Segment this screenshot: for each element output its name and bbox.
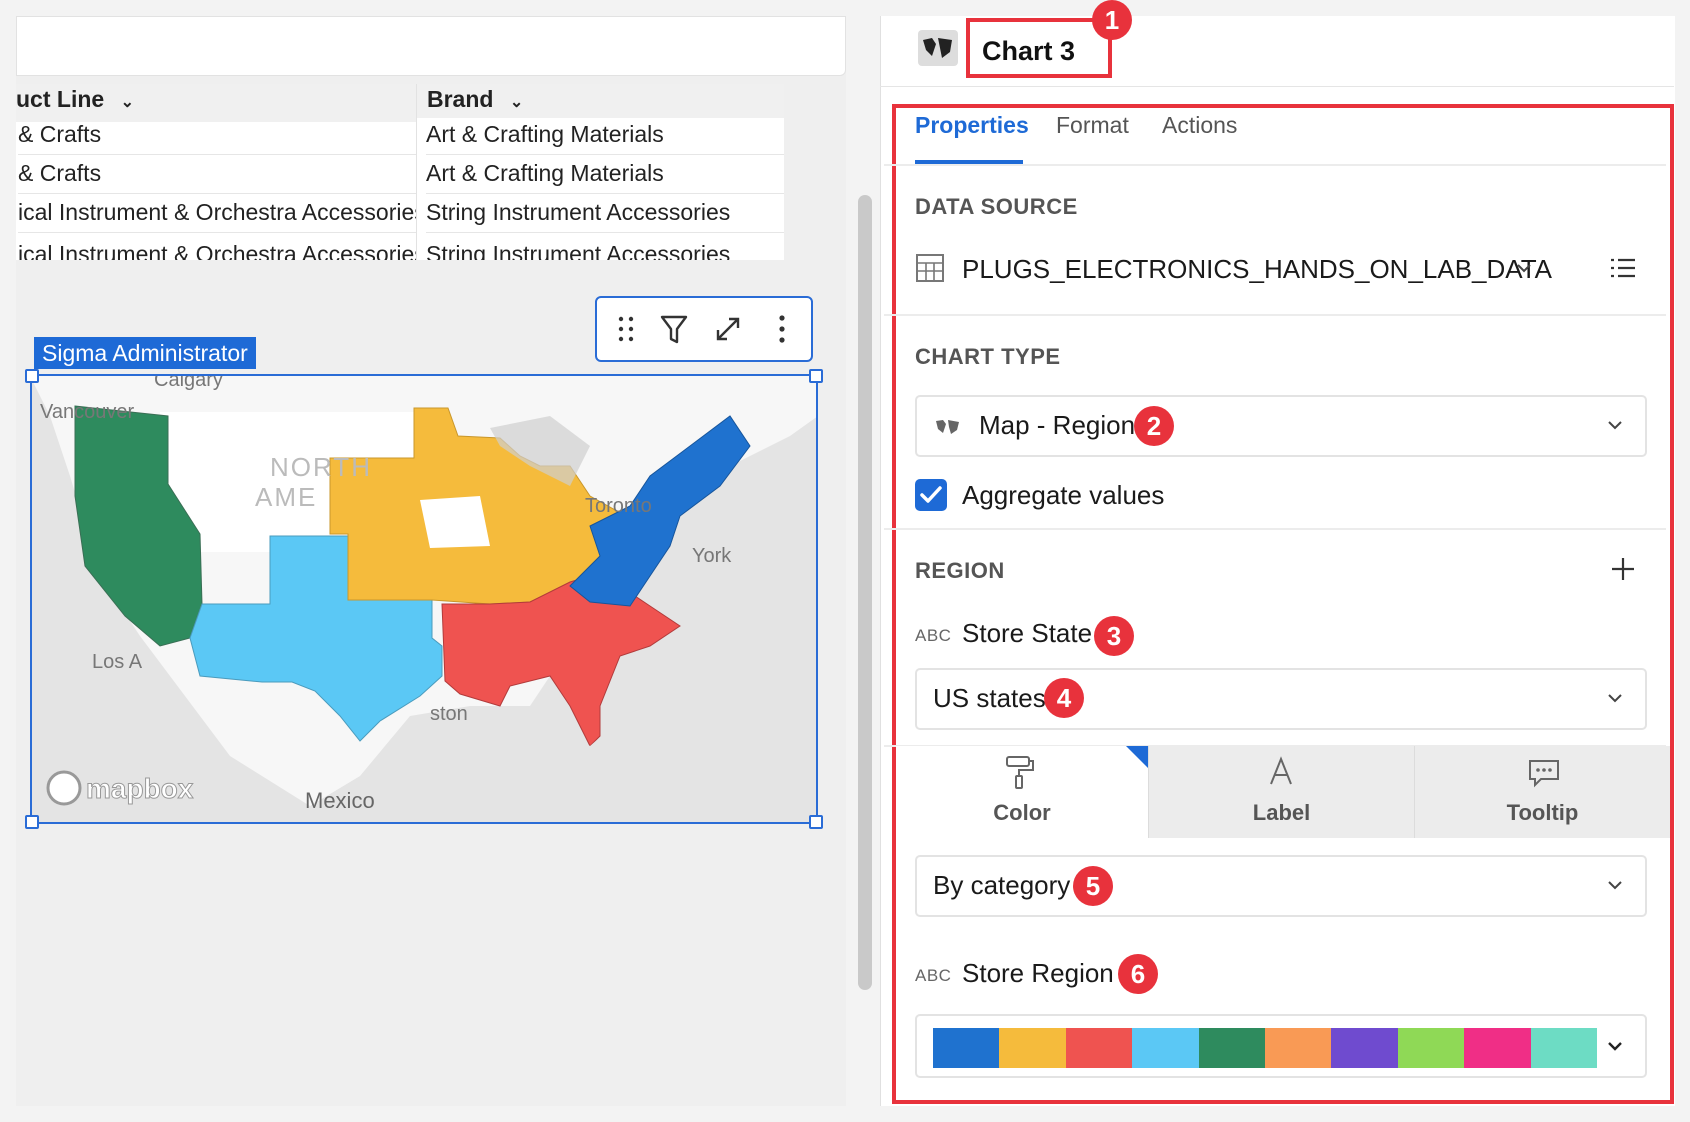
annotation-badge: 5 — [1073, 866, 1113, 906]
table-cell[interactable]: String Instrument Accessories — [426, 192, 784, 233]
table-icon — [916, 254, 944, 282]
chevron-down-icon[interactable]: ⌄ — [510, 94, 523, 111]
vertical-scrollbar[interactable] — [858, 195, 872, 990]
user-presence-badge: Sigma Administrator — [34, 337, 256, 369]
color-field-name[interactable]: Store Region — [962, 958, 1114, 989]
column-header-label: uct Line — [16, 86, 105, 112]
table-cell[interactable]: Art & Crafting Materials — [426, 114, 784, 155]
paint-roller-icon — [1006, 756, 1034, 789]
text-label-icon — [1270, 756, 1292, 785]
color-swatch — [1198, 1028, 1266, 1068]
expand-icon[interactable] — [711, 312, 745, 346]
section-label-chart-type: CHART TYPE — [915, 344, 1061, 369]
subtab-label: Tooltip — [1506, 800, 1579, 825]
text-type-icon: ABC — [915, 626, 952, 645]
subtab-tooltip[interactable]: Tooltip — [1414, 746, 1670, 838]
aggregate-checkbox[interactable] — [914, 478, 948, 512]
region-field-name[interactable]: Store State — [962, 618, 1092, 649]
list-icon[interactable] — [1610, 258, 1636, 278]
chart-type-dropdown[interactable]: Map - Region — [915, 395, 1647, 457]
column-divider — [416, 84, 417, 260]
divider — [884, 164, 1666, 166]
tab-format[interactable]: Format — [1056, 112, 1129, 139]
resize-handle[interactable] — [25, 369, 39, 383]
divider — [884, 314, 1666, 316]
chart-selection-frame — [25, 369, 823, 829]
color-swatch — [1397, 1028, 1465, 1068]
annotation-badge: 6 — [1118, 954, 1158, 994]
color-swatch — [999, 1028, 1066, 1068]
annotation-badge: 3 — [1094, 616, 1134, 656]
subtab-color[interactable]: Color — [896, 746, 1148, 838]
annotation-badge: 1 — [1092, 0, 1132, 40]
color-swatch — [933, 1028, 1000, 1068]
annotation-box — [966, 18, 1112, 78]
map-chart-icon — [936, 420, 959, 434]
chevron-down-icon — [1608, 421, 1622, 430]
color-mode-value: By category — [933, 870, 1071, 900]
divider — [884, 528, 1666, 530]
drag-handle-icon[interactable] — [609, 312, 643, 346]
chevron-down-icon — [1608, 1042, 1622, 1051]
table-cell[interactable]: ical Instrument & Orchestra Accessories — [18, 192, 416, 233]
chevron-down-icon[interactable] — [1516, 262, 1532, 274]
color-swatch — [1132, 1028, 1199, 1068]
color-palette-dropdown[interactable] — [915, 1014, 1647, 1078]
add-icon[interactable] — [1610, 556, 1636, 582]
subtab-label: Color — [993, 800, 1051, 825]
more-options-icon[interactable] — [765, 312, 799, 346]
color-mode-dropdown[interactable]: By category — [915, 855, 1647, 917]
element-toolbar — [595, 296, 813, 362]
table-cell[interactable]: Art & Crafting Materials — [426, 153, 784, 194]
color-swatch — [1065, 1028, 1133, 1068]
subtab-label: Label — [1252, 800, 1311, 825]
subtab-label[interactable]: Label — [1148, 746, 1414, 838]
table-cell[interactable]: ical Instrument & Orchestra Accessories — [18, 231, 416, 260]
tooltip-icon — [1529, 760, 1559, 788]
data-table: uct Line ⌄ Brand ⌄ & Crafts Art & Crafti… — [16, 84, 784, 260]
region-type-dropdown[interactable]: US states — [915, 668, 1647, 730]
filter-icon[interactable] — [657, 312, 691, 346]
top-input-bar[interactable] — [16, 16, 846, 76]
table-cell[interactable]: String Instrument Accessories — [426, 231, 784, 260]
section-label-data-source: DATA SOURCE — [915, 194, 1078, 219]
chevron-down-icon — [1608, 881, 1622, 890]
color-swatch — [1331, 1028, 1398, 1068]
color-swatch — [1265, 1028, 1332, 1068]
resize-handle[interactable] — [25, 815, 39, 829]
chart-type-value: Map - Region — [979, 410, 1136, 440]
table-cell[interactable]: & Crafts — [18, 114, 416, 155]
tab-actions[interactable]: Actions — [1162, 112, 1237, 139]
map-chart-icon — [918, 30, 958, 66]
annotation-badge: 4 — [1044, 678, 1084, 718]
chevron-down-icon[interactable]: ⌄ — [121, 94, 134, 111]
color-palette-swatches — [933, 1028, 1598, 1068]
data-source-name[interactable]: PLUGS_ELECTRONICS_HANDS_ON_LAB_DATA — [962, 254, 1552, 285]
chevron-down-icon — [1608, 694, 1622, 703]
section-label-region: REGION — [915, 558, 1005, 583]
region-type-value: US states — [933, 683, 1046, 713]
color-swatch — [1464, 1028, 1531, 1068]
aggregate-label[interactable]: Aggregate values — [962, 480, 1164, 511]
table-cell[interactable]: & Crafts — [18, 153, 416, 194]
active-corner-marker — [1126, 746, 1148, 768]
resize-handle[interactable] — [809, 815, 823, 829]
resize-handle[interactable] — [809, 369, 823, 383]
color-swatch — [1530, 1028, 1598, 1068]
column-header-label: Brand — [427, 86, 494, 112]
tab-properties[interactable]: Properties — [915, 112, 1029, 139]
annotation-badge: 2 — [1134, 406, 1174, 446]
text-type-icon: ABC — [915, 966, 952, 985]
column-header-brand[interactable]: Brand ⌄ — [417, 84, 784, 118]
